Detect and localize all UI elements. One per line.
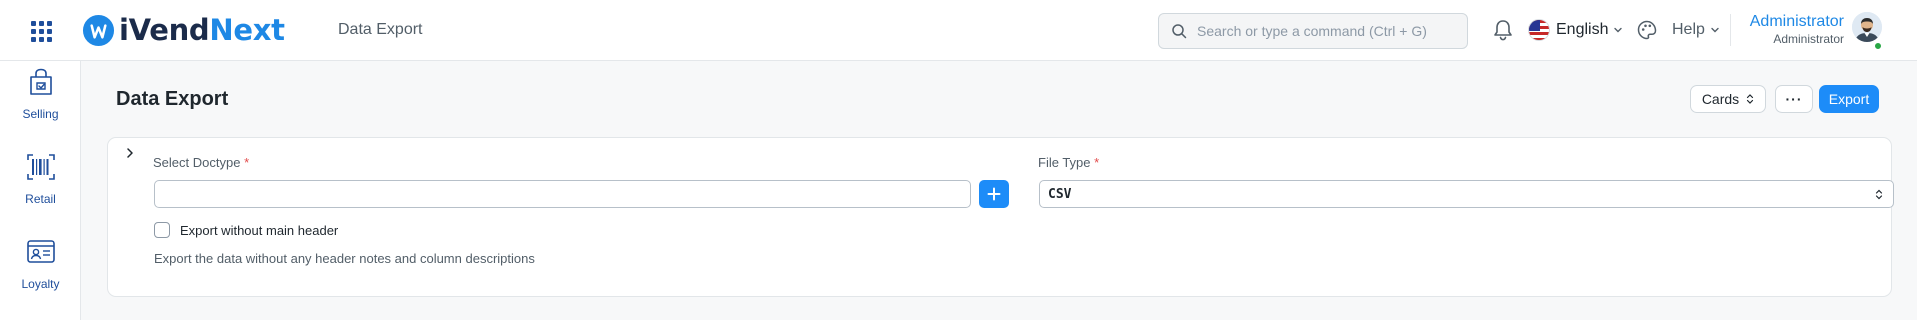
add-doctype-button[interactable]	[979, 180, 1009, 208]
chevron-down-icon	[1614, 27, 1623, 33]
theme-palette-icon[interactable]	[1636, 19, 1658, 41]
file-type-value: CSV	[1048, 187, 1072, 202]
id-card-icon	[26, 240, 55, 263]
sidebar-item-label: Selling	[22, 107, 59, 121]
navbar-divider	[1730, 14, 1731, 46]
main-content: Data Export Cards ··· Export Select Doct…	[81, 61, 1917, 320]
cards-view-button[interactable]: Cards	[1690, 85, 1766, 113]
apps-grid-icon[interactable]	[28, 18, 52, 42]
chevron-right-icon[interactable]	[122, 145, 138, 161]
sidebar-item-selling[interactable]: Selling	[0, 67, 81, 121]
chevron-updown-icon	[1875, 189, 1883, 200]
avatar[interactable]	[1852, 12, 1882, 42]
help-menu[interactable]: Help	[1672, 18, 1720, 42]
export-button[interactable]: Export	[1819, 85, 1879, 113]
brand-name-part1: iVend	[119, 13, 210, 47]
user-role: Administrator	[1773, 32, 1844, 46]
user-name: Administrator	[1749, 13, 1844, 30]
user-avatar-icon	[1852, 12, 1882, 42]
file-type-label-text: File Type	[1038, 155, 1091, 170]
file-type-select[interactable]: CSV	[1039, 180, 1894, 208]
more-actions-label: ···	[1785, 91, 1803, 107]
sidebar-item-retail[interactable]: Retail	[0, 152, 81, 206]
sidebar-item-label: Loyalty	[21, 277, 60, 291]
search-bar[interactable]: Search or type a command (Ctrl + G)	[1158, 13, 1468, 49]
sidebar: Selling Retail Loyalty	[0, 61, 81, 320]
language-label: English	[1556, 21, 1609, 38]
navbar-page-title: Data Export	[338, 21, 423, 38]
required-marker: *	[1094, 155, 1100, 170]
language-selector[interactable]: English	[1528, 18, 1623, 42]
brand-logo[interactable]: iVendNext	[82, 13, 285, 47]
export-without-header-description: Export the data without any header notes…	[154, 251, 535, 266]
help-label: Help	[1672, 21, 1705, 38]
ivend-logo-icon	[82, 14, 115, 46]
export-label: Export	[1828, 91, 1870, 107]
search-icon	[1172, 24, 1187, 39]
plus-icon	[987, 187, 1001, 201]
export-without-header-checkbox[interactable]	[154, 222, 170, 238]
select-doctype-input[interactable]	[154, 180, 971, 208]
sidebar-item-label: Retail	[25, 192, 56, 206]
chevron-updown-icon	[1747, 94, 1754, 104]
online-status-indicator	[1873, 41, 1883, 51]
page-title: Data Export	[116, 88, 229, 110]
select-doctype-label-text: Select Doctype	[153, 155, 241, 170]
export-form-card: Select Doctype * File Type * CSV Export …	[107, 137, 1894, 297]
us-flag-icon	[1528, 19, 1550, 41]
shopping-bag-icon	[29, 68, 52, 95]
bell-icon[interactable]	[1492, 18, 1514, 42]
more-actions-button[interactable]: ···	[1775, 85, 1813, 113]
sidebar-item-loyalty[interactable]: Loyalty	[0, 237, 81, 291]
file-type-label: File Type *	[1038, 155, 1099, 170]
brand-name-part2: Next	[209, 13, 285, 47]
barcode-icon	[26, 154, 55, 180]
required-marker: *	[244, 155, 250, 170]
chevron-down-icon	[1711, 27, 1719, 33]
cards-view-label: Cards	[1701, 91, 1740, 107]
user-menu[interactable]: Administrator Administrator	[1740, 12, 1844, 47]
export-without-header-label[interactable]: Export without main header	[180, 223, 338, 238]
search-placeholder: Search or type a command (Ctrl + G)	[1197, 23, 1427, 39]
navbar: iVendNext Data Export Search or type a c…	[0, 0, 1917, 61]
select-doctype-label: Select Doctype *	[153, 155, 249, 170]
